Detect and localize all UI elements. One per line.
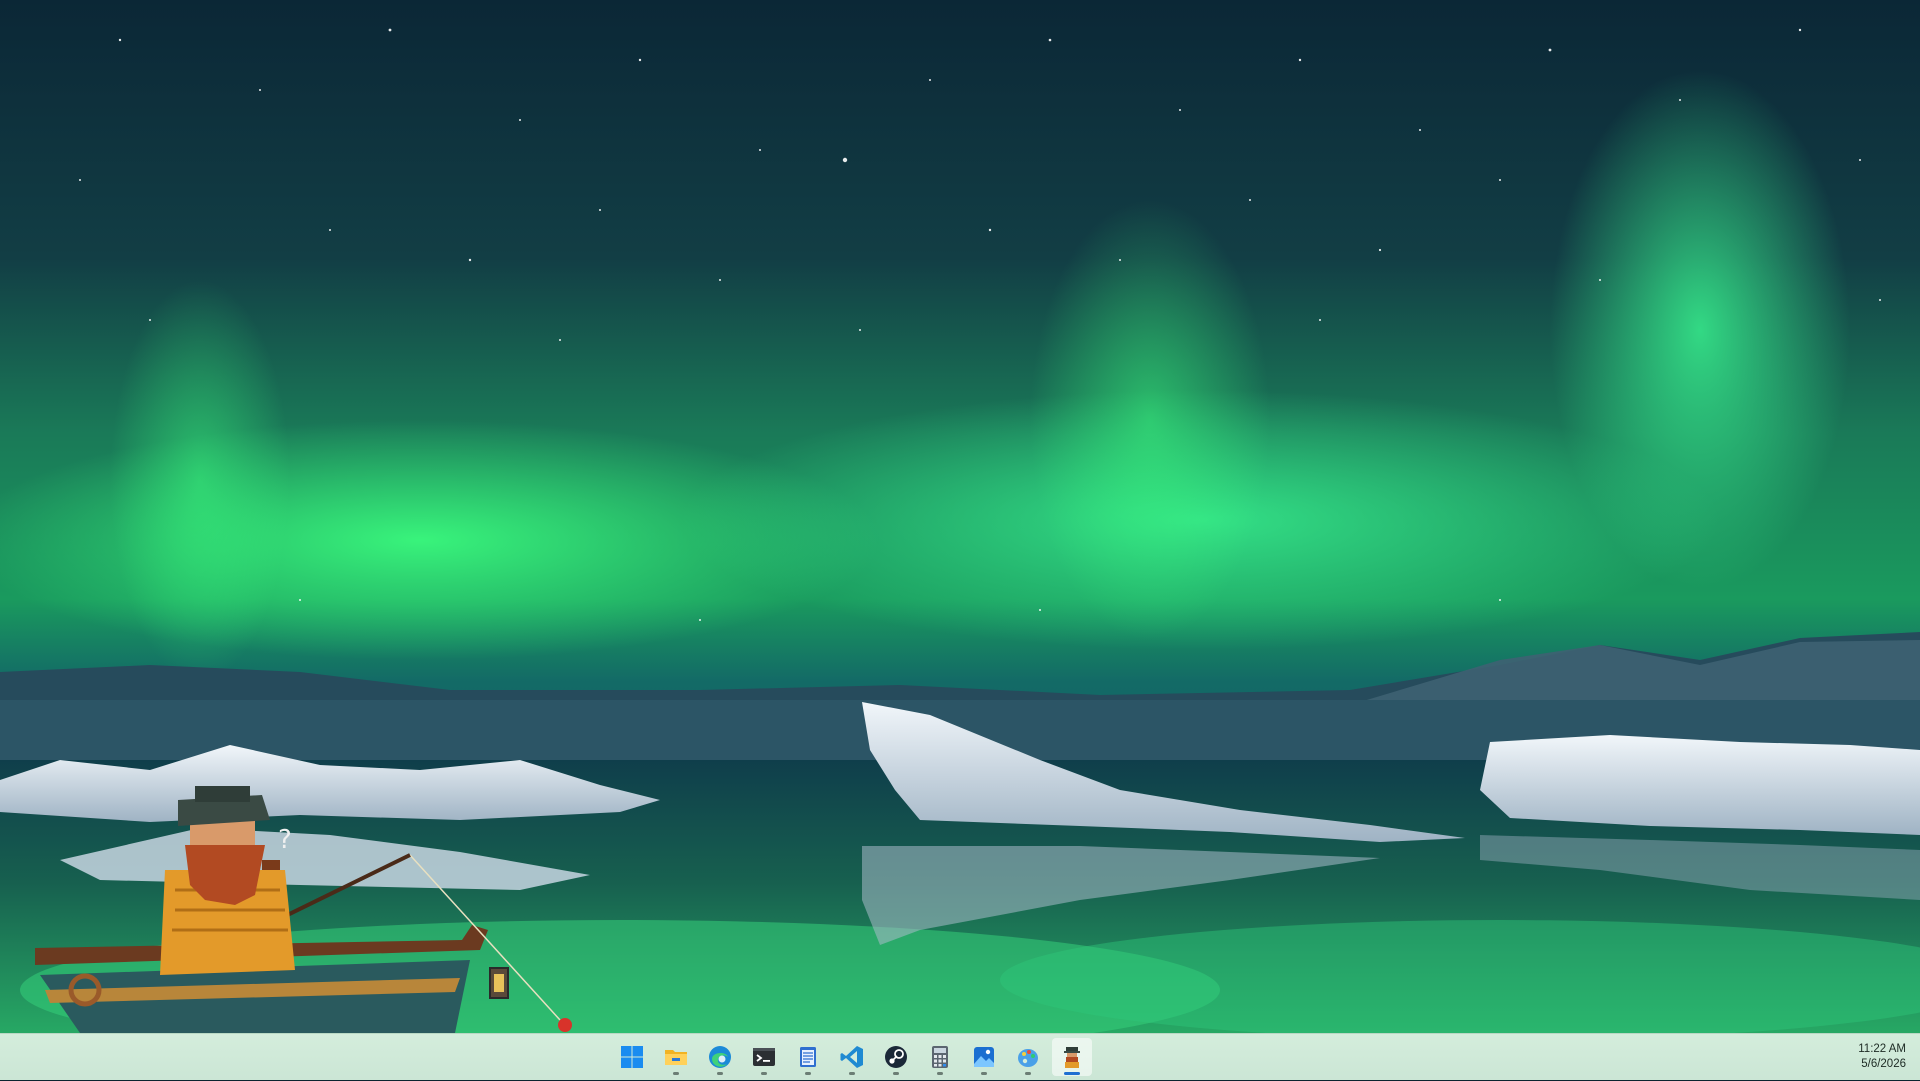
taskbar-notepad[interactable]: [788, 1038, 828, 1076]
show-desktop-button[interactable]: [1914, 1034, 1920, 1081]
taskbar-photos[interactable]: [964, 1038, 1004, 1076]
taskbar-apps: [612, 1038, 1092, 1076]
running-indicator: [673, 1072, 679, 1075]
notepad-icon: [800, 1047, 816, 1067]
running-indicator: [893, 1072, 899, 1075]
folder-icon: [665, 1050, 687, 1065]
windows-start-icon: [621, 1046, 643, 1068]
vscode-icon: [840, 1046, 863, 1068]
taskbar-vscode[interactable]: [832, 1038, 872, 1076]
svg-text:?: ?: [278, 825, 292, 855]
taskbar-edge[interactable]: [700, 1038, 740, 1076]
system-clock[interactable]: 11:22 AM 5/6/2026: [1858, 1042, 1906, 1072]
desktop[interactable]: ?: [0, 0, 1920, 1033]
taskbar-terminal[interactable]: [744, 1038, 784, 1076]
steam-icon: [885, 1046, 907, 1068]
terminal-icon: [753, 1048, 775, 1066]
taskbar-steam[interactable]: [876, 1038, 916, 1076]
running-indicator: [981, 1072, 987, 1075]
running-indicator: [1025, 1072, 1031, 1075]
taskbar-calculator[interactable]: [920, 1038, 960, 1076]
clock-date: 5/6/2026: [1861, 1058, 1906, 1070]
edge-browser-icon: [709, 1046, 731, 1068]
calculator-icon: [932, 1046, 948, 1068]
photos-icon: [974, 1047, 994, 1067]
running-indicator: [937, 1072, 943, 1075]
paint-icon: [1018, 1049, 1038, 1067]
clock-time: 11:22 AM: [1858, 1043, 1906, 1055]
running-indicator: [717, 1072, 723, 1075]
taskbar-file-explorer[interactable]: [656, 1038, 696, 1076]
wallpaper-aurora: ?: [0, 0, 1920, 1033]
running-indicator: [849, 1072, 855, 1075]
start-button[interactable]: [612, 1038, 652, 1076]
running-indicator: [1064, 1072, 1080, 1075]
running-indicator: [805, 1072, 811, 1075]
taskbar-fisherman-app[interactable]: [1052, 1038, 1092, 1076]
taskbar-paint[interactable]: [1008, 1038, 1048, 1076]
running-indicator: [761, 1072, 767, 1075]
fisherman-pet-icon: [1064, 1047, 1080, 1068]
taskbar: 11:22 AM 5/6/2026: [0, 1033, 1920, 1080]
